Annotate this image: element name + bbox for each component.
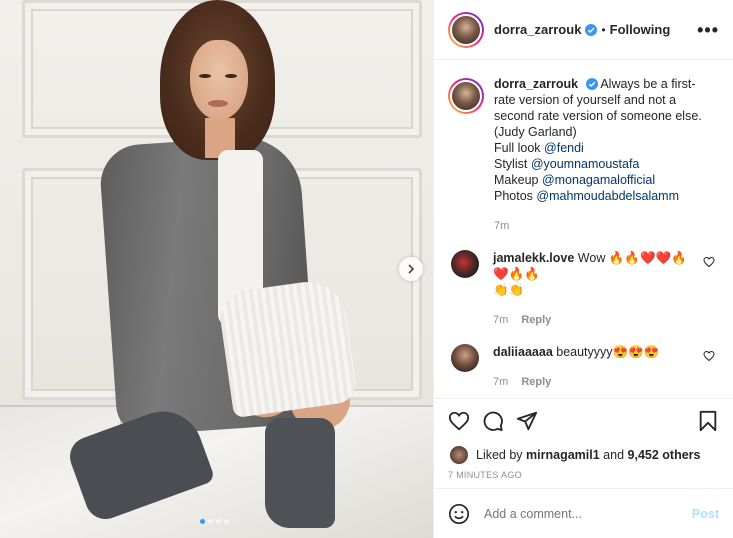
- commenter-username[interactable]: daliiaaaaa: [493, 345, 553, 359]
- post-comment-button[interactable]: Post: [692, 507, 719, 521]
- add-comment-bar: Post: [434, 488, 733, 538]
- post-timestamp[interactable]: 7 MINUTES AGO: [434, 468, 733, 488]
- caption-label: Stylist: [494, 157, 531, 171]
- likes-joiner: and: [603, 448, 625, 462]
- caption-username[interactable]: dorra_zarrouk: [494, 77, 578, 91]
- verified-badge-icon: [585, 23, 598, 36]
- carousel-next-button[interactable]: [399, 257, 423, 281]
- post-photo[interactable]: [0, 0, 433, 538]
- heart-icon[interactable]: [703, 256, 715, 268]
- post-sidebar: dorra_zarrouk • Following ••• dorra_zarr…: [433, 0, 733, 538]
- comment-meta: 7m Reply: [493, 374, 693, 390]
- comment-icon[interactable]: [482, 410, 504, 432]
- carousel-dot: [200, 519, 205, 524]
- verified-badge-icon: [585, 78, 598, 90]
- following-button[interactable]: Following: [610, 22, 671, 37]
- heart-icon[interactable]: [703, 350, 715, 362]
- comments-section: dorra_zarrouk Always be a first- rate ve…: [434, 60, 733, 398]
- likes-summary: Liked by mirnagamil1 and 9,452 others: [434, 442, 733, 468]
- reply-button[interactable]: Reply: [521, 314, 551, 326]
- caption: dorra_zarrouk Always be a first- rate ve…: [448, 76, 719, 234]
- caption-line: rate version of yourself and not a: [494, 93, 677, 107]
- action-bar: [434, 398, 733, 442]
- comment: jamalekk.love Wow 🔥🔥❤️❤️🔥❤️🔥🔥 👏👏 7m Repl…: [448, 250, 719, 328]
- comment: daliiaaaaa beautyyyy😍😍😍 7m Reply: [448, 344, 719, 390]
- caption-label: Photos: [494, 189, 537, 203]
- emoji-icon[interactable]: [448, 503, 470, 525]
- post-header: dorra_zarrouk • Following •••: [434, 0, 733, 60]
- bookmark-icon[interactable]: [697, 410, 719, 432]
- heart-icon[interactable]: [448, 410, 470, 432]
- separator: •: [601, 22, 606, 37]
- mention-link[interactable]: @fendi: [544, 141, 584, 155]
- comment-timestamp: 7m: [493, 376, 509, 388]
- caption-line: second rate version of someone else.: [494, 109, 702, 123]
- author-avatar[interactable]: [448, 78, 484, 114]
- author-username[interactable]: dorra_zarrouk: [494, 22, 581, 37]
- caption-text: dorra_zarrouk Always be a first- rate ve…: [494, 76, 702, 234]
- comment-text: 👏👏: [493, 283, 525, 297]
- eye: [199, 74, 211, 78]
- lips: [208, 100, 228, 107]
- carousel-dot: [216, 519, 221, 524]
- caption-label: Full look: [494, 141, 545, 155]
- boot: [265, 418, 335, 528]
- more-options-icon[interactable]: •••: [697, 21, 719, 39]
- carousel-dot: [224, 519, 229, 524]
- chevron-right-icon: [408, 264, 415, 274]
- carousel-dots: [200, 519, 229, 524]
- caption-timestamp[interactable]: 7m: [494, 218, 702, 234]
- comment-body: daliiaaaaa beautyyyy😍😍😍 7m Reply: [493, 344, 693, 390]
- comment-input[interactable]: [484, 506, 692, 521]
- liker-username[interactable]: mirnagamil1: [526, 448, 600, 462]
- commenter-username[interactable]: jamalekk.love: [493, 251, 574, 265]
- comment-timestamp: 7m: [493, 314, 509, 326]
- likes-others-link[interactable]: 9,452 others: [628, 448, 701, 462]
- tweed-skirt: [216, 276, 359, 419]
- carousel-dot: [208, 519, 213, 524]
- caption-line: Always be a first-: [600, 77, 696, 91]
- comment-meta: 7m Reply: [493, 312, 693, 328]
- share-icon[interactable]: [516, 410, 538, 432]
- instagram-post: dorra_zarrouk • Following ••• dorra_zarr…: [0, 0, 733, 538]
- eye: [225, 74, 237, 78]
- caption-line: (Judy Garland): [494, 125, 577, 139]
- caption-label: Makeup: [494, 173, 542, 187]
- author-avatar[interactable]: [448, 11, 484, 48]
- face: [190, 40, 248, 120]
- reply-button[interactable]: Reply: [521, 376, 551, 388]
- mention-link[interactable]: @youmnamoustafa: [531, 157, 640, 171]
- mention-link[interactable]: @mahmoudabdelsalamm: [536, 189, 679, 203]
- likes-prefix: Liked by: [476, 448, 523, 462]
- commenter-avatar[interactable]: [451, 250, 479, 278]
- comment-body: jamalekk.love Wow 🔥🔥❤️❤️🔥❤️🔥🔥 👏👏 7m Repl…: [493, 250, 693, 328]
- commenter-avatar[interactable]: [451, 344, 479, 372]
- mention-link[interactable]: @monagamalofficial: [542, 173, 655, 187]
- comment-text: beautyyyy😍😍😍: [556, 345, 660, 359]
- liker-avatar[interactable]: [450, 446, 468, 464]
